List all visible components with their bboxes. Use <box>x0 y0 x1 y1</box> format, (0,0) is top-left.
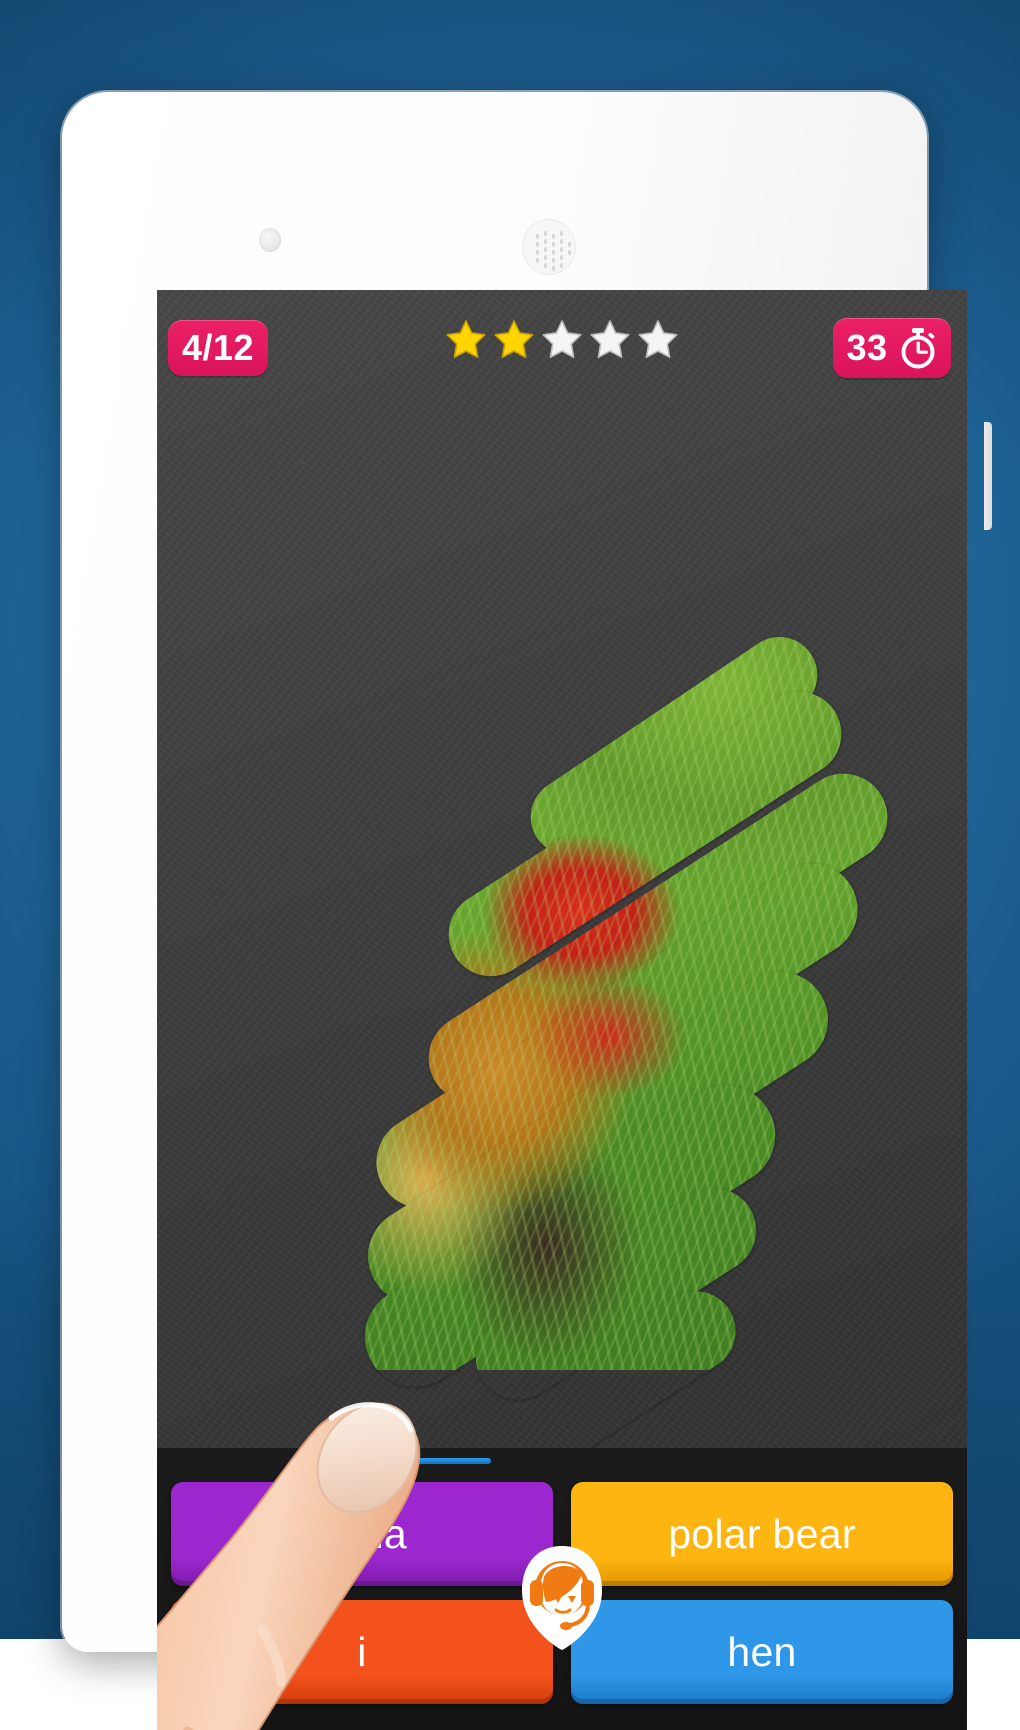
progress-label: 4/12 <box>182 327 254 369</box>
answer-label: i <box>357 1629 366 1676</box>
answer-label: lama <box>317 1511 407 1558</box>
answer-hen[interactable]: hen <box>571 1600 953 1704</box>
answer-progress-fill <box>329 1458 491 1464</box>
answer-label: hen <box>727 1629 796 1676</box>
answer-polar-bear[interactable]: polar bear <box>571 1482 953 1586</box>
answer-label: polar bear <box>668 1511 856 1558</box>
answer-lama[interactable]: lama <box>171 1482 553 1586</box>
answers-panel: lama polar bear i hen <box>157 1448 967 1730</box>
camera-dot-icon <box>259 228 281 252</box>
answer-progress-track <box>157 1456 967 1462</box>
puzzle-board[interactable] <box>157 290 967 1460</box>
stopwatch-icon <box>898 327 938 369</box>
timer-value: 33 <box>846 327 887 369</box>
speaker-grille-icon <box>522 219 576 275</box>
progress-badge: 4/12 <box>168 320 268 376</box>
power-button[interactable] <box>984 422 992 530</box>
support-agent-headset-icon[interactable] <box>516 1544 608 1652</box>
phone-screen: 4/12 33 <box>157 290 967 1730</box>
answer-partially-hidden[interactable]: i <box>171 1600 553 1704</box>
timer-badge: 33 <box>833 318 951 378</box>
phone-frame: 4/12 33 <box>62 92 927 1652</box>
